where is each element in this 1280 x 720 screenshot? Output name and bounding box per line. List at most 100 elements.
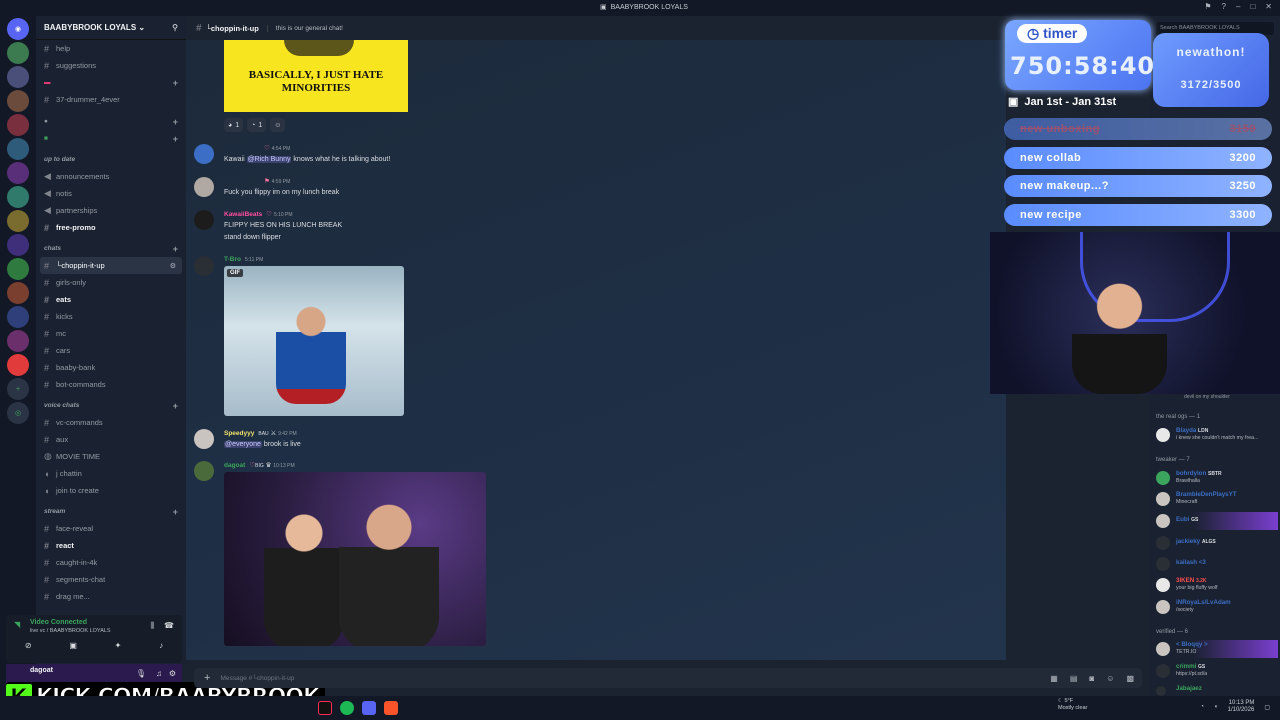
channel-37-drummer[interactable]: #37-drummer_4ever (36, 91, 186, 108)
add-server-button[interactable]: + (7, 378, 29, 400)
sticker-icon[interactable]: ◙ (1089, 674, 1094, 683)
plus-icon[interactable]: + (173, 507, 178, 517)
tiktok-icon[interactable] (318, 701, 332, 715)
plus-icon[interactable]: + (173, 117, 178, 127)
maximize-button[interactable]: □ (1250, 2, 1255, 11)
channel-partnerships[interactable]: ◀ partnerships (36, 202, 186, 219)
gif-icon[interactable]: ▤ (1070, 674, 1078, 683)
plus-icon[interactable]: + (173, 244, 178, 254)
channel-suggestions[interactable]: # suggestions (36, 57, 186, 74)
close-button[interactable]: ✕ (1265, 2, 1272, 11)
member-item[interactable]: kailash <3 (1156, 555, 1278, 573)
member-item[interactable]: BrambleDenPlaysYT Minecraft (1156, 490, 1278, 508)
member-item[interactable]: bohrdylon SBTR Brawlhalla (1156, 469, 1278, 487)
channel-react[interactable]: # react (36, 537, 186, 554)
plus-icon[interactable]: + (173, 134, 178, 144)
channel-movie-time[interactable]: ◍ MOVIE TIME (36, 448, 186, 465)
avatar[interactable] (194, 144, 214, 164)
channel-j-chattin[interactable]: ◖ j chattin (36, 465, 186, 482)
avatar[interactable] (194, 210, 214, 230)
home-button[interactable]: ◉ (7, 18, 29, 40)
brave-icon[interactable] (384, 701, 398, 715)
channel-aux[interactable]: # aux (36, 431, 186, 448)
channel-choppin-it-up[interactable]: # └choppin-it-up ⚙ (40, 257, 182, 274)
channel-announcements[interactable]: ◀ announcements (36, 168, 186, 185)
channel-face-reveal[interactable]: # face-reveal (36, 520, 186, 537)
member-item[interactable]: Jabajaez (1156, 684, 1278, 696)
microphone-icon[interactable]: 🎙︎ (136, 669, 146, 678)
emoji-icon[interactable]: ☺ (1106, 674, 1114, 683)
gear-icon[interactable]: ⚙ (169, 669, 176, 678)
server-icon[interactable] (7, 138, 29, 160)
channel-segments-chat[interactable]: # segments-chat (36, 571, 186, 588)
reaction[interactable]: ◕ 1 (224, 118, 244, 132)
member-item[interactable]: Blayda LDN i knew she couldn't match my f… (1156, 426, 1278, 444)
server-icon[interactable] (7, 258, 29, 280)
disconnect-icon[interactable]: ☎ (164, 621, 174, 630)
category-up-to-date[interactable]: up to date (36, 151, 186, 168)
wifi-icon[interactable]: ◔ (1200, 704, 1204, 710)
channel-caught-in-4k[interactable]: # caught-in-4k (36, 554, 186, 571)
camera-off-icon[interactable]: ⊘ (25, 641, 32, 650)
channel-free-promo[interactable]: # free-promo (36, 219, 186, 236)
photo-attachment[interactable] (224, 472, 486, 646)
discord-icon[interactable] (362, 701, 376, 715)
category-stream[interactable]: stream + (36, 503, 186, 520)
screen-share-icon[interactable]: ▣ (69, 641, 77, 650)
channel-baaby-bank[interactable]: # baaby-bank (36, 359, 186, 376)
server-icon[interactable] (7, 114, 29, 136)
avatar[interactable] (194, 461, 214, 481)
explore-button[interactable]: ◎ (7, 402, 29, 424)
channel-help[interactable]: # help (36, 40, 186, 57)
plus-icon[interactable]: + (173, 401, 178, 411)
weather-widget[interactable]: ☾ 5°F Mostly clear (1058, 698, 1087, 712)
plus-icon[interactable]: + (173, 78, 178, 88)
member-item[interactable]: < Bloqqy > TETR.IO (1156, 640, 1278, 658)
activities-icon[interactable]: ✦ (115, 641, 122, 650)
server-icon[interactable] (7, 330, 29, 352)
category-voice-chats[interactable]: voice chats + (36, 397, 186, 414)
add-reaction-button[interactable]: ☺ (270, 118, 286, 132)
member-item[interactable]: Eubi GS (1156, 512, 1278, 530)
server-icon[interactable] (7, 306, 29, 328)
server-icon[interactable] (7, 282, 29, 304)
avatar[interactable] (194, 256, 214, 276)
add-member-icon[interactable]: ⚲ (172, 23, 178, 32)
server-header[interactable]: BAABYBROOK LOYALS ⌄ ⚲ (36, 16, 186, 40)
category-collapsed[interactable]: ▬ + (36, 74, 186, 91)
channel-join-to-create[interactable]: ◖ join to create (36, 482, 186, 499)
gift-icon[interactable]: ▦ (1050, 674, 1058, 683)
channel-eats[interactable]: # eats (36, 291, 186, 308)
server-icon[interactable] (7, 162, 29, 184)
settings-gear-icon[interactable]: ⚙ (170, 262, 176, 270)
meme-image[interactable]: BASICALLY, I JUST HATE MINORITIES (224, 40, 408, 112)
channel-notis[interactable]: ◀ notis (36, 185, 186, 202)
message-composer[interactable]: + Message #└choppin-it-up ▦ ▤ ◙ ☺ ▩ (194, 668, 1142, 688)
member-item[interactable]: 3IKEN 3.2K your big fluffy wolf (1156, 576, 1278, 594)
notification-icon[interactable]: ▢ (1264, 704, 1270, 711)
channel-mc[interactable]: # mc (36, 325, 186, 342)
avatar[interactable] (194, 429, 214, 449)
apps-icon[interactable]: ▩ (1126, 674, 1134, 683)
soundboard-icon[interactable]: ♪ (159, 641, 163, 650)
channel-kicks[interactable]: # kicks (36, 308, 186, 325)
server-icon[interactable] (7, 42, 29, 64)
member-item[interactable]: jackieky ALGS (1156, 534, 1278, 552)
noise-suppression-icon[interactable]: ⫼ (150, 621, 154, 631)
gif-embed[interactable]: GIF (224, 266, 404, 416)
channel-girls-only[interactable]: # girls-only (36, 274, 186, 291)
channel-cars[interactable]: # cars (36, 342, 186, 359)
channel-drag-me[interactable]: # drag me... (36, 588, 186, 605)
server-icon[interactable] (7, 90, 29, 112)
member-item[interactable]: iNRoyaLs/LvAdam/society (1156, 598, 1278, 616)
server-icon[interactable] (7, 66, 29, 88)
channel-bot-commands[interactable]: # bot-commands (36, 376, 186, 393)
channel-vc-commands[interactable]: # vc-commands (36, 414, 186, 431)
server-icon[interactable] (7, 210, 29, 232)
server-icon[interactable] (7, 186, 29, 208)
volume-icon[interactable]: ◖ (1214, 704, 1218, 710)
category-collapsed[interactable]: ● + (36, 113, 186, 130)
reaction[interactable]: ◔ 1 (247, 118, 267, 132)
headphones-icon[interactable]: ♫ (156, 669, 162, 678)
spotify-icon[interactable] (340, 701, 354, 715)
